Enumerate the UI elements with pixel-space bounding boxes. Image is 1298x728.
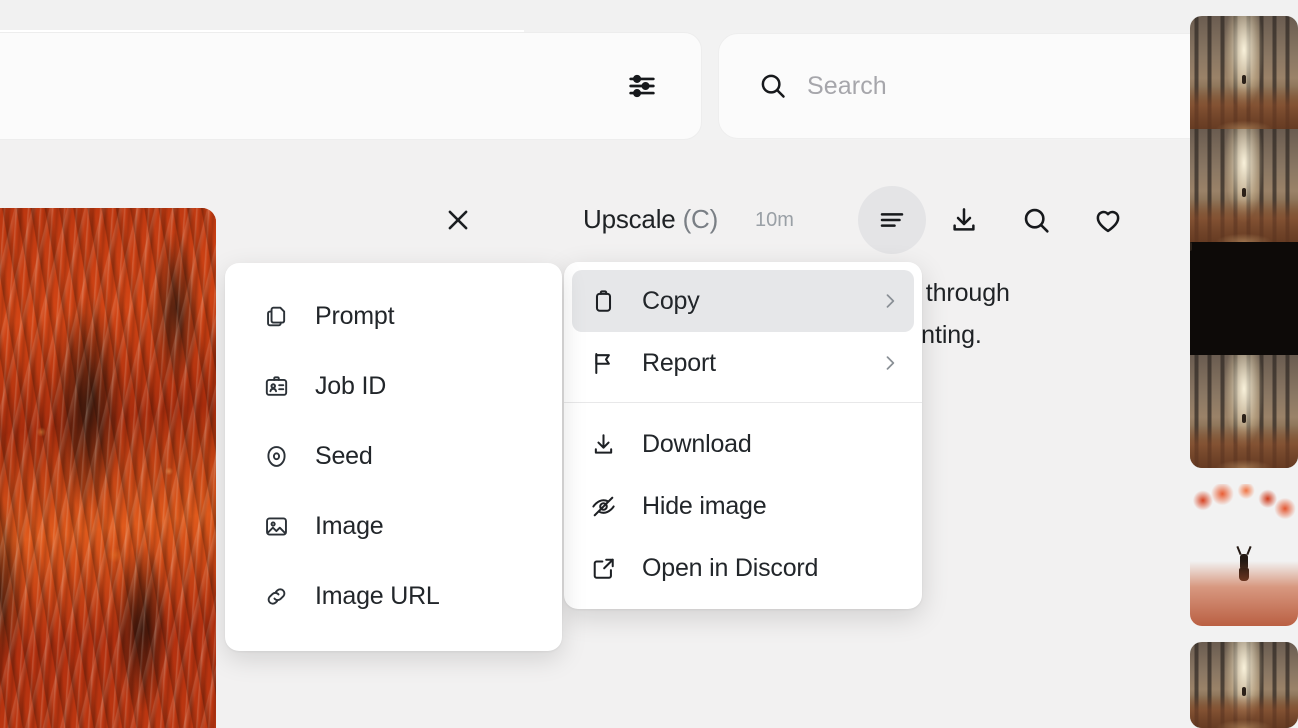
search-icon bbox=[755, 68, 791, 104]
context-menu-label: Open in Discord bbox=[642, 553, 819, 582]
detail-title-suffix: (C) bbox=[682, 204, 719, 234]
app-root: Search Upscale (C) 10m through painting.… bbox=[0, 0, 1298, 728]
copy-submenu-item-job-id[interactable]: Job ID bbox=[233, 351, 554, 421]
context-menu-item-copy[interactable]: Copy bbox=[572, 270, 914, 332]
thumbnail-item[interactable] bbox=[1190, 484, 1298, 626]
copy-submenu-label: Image bbox=[315, 511, 384, 540]
selection-frame bbox=[1190, 242, 1298, 355]
thumbnail-group-lower[interactable] bbox=[1190, 642, 1298, 728]
detail-action-bar bbox=[858, 186, 1148, 254]
copy-submenu-item-image[interactable]: Image bbox=[233, 491, 554, 561]
search-icon[interactable] bbox=[1002, 186, 1070, 254]
detail-timestamp: 10m bbox=[755, 209, 794, 231]
thumbnail-rail bbox=[1165, 0, 1298, 728]
search-placeholder-text: Search bbox=[807, 71, 887, 100]
context-menu-item-download[interactable]: Download bbox=[572, 413, 914, 475]
window-top-strip bbox=[0, 0, 1298, 30]
thumbnail-group-autumn[interactable] bbox=[1190, 484, 1298, 626]
context-menu-item-hide-image[interactable]: Hide image bbox=[572, 475, 914, 537]
download-icon bbox=[588, 429, 618, 459]
download-icon[interactable] bbox=[930, 186, 998, 254]
copy-submenu-label: Image URL bbox=[315, 581, 440, 610]
thumbnail-item[interactable] bbox=[1190, 129, 1298, 242]
copy-submenu-label: Prompt bbox=[315, 301, 395, 330]
link-icon bbox=[261, 581, 291, 611]
flag-icon bbox=[588, 348, 618, 378]
external-link-icon bbox=[588, 553, 618, 583]
thumbnail-item-selected[interactable] bbox=[1190, 242, 1298, 355]
filter-panel bbox=[0, 32, 702, 140]
context-menu: Copy Report Download Hide image Open in … bbox=[564, 262, 922, 609]
clipboard-icon bbox=[588, 286, 618, 316]
detail-title: Upscale (C) bbox=[583, 204, 718, 235]
copy-pages-icon bbox=[261, 301, 291, 331]
thumbnail-image bbox=[1190, 642, 1298, 728]
thumbnail-image bbox=[1190, 484, 1298, 626]
copy-submenu-item-seed[interactable]: Seed bbox=[233, 421, 554, 491]
thumbnail-image bbox=[1190, 355, 1298, 468]
thumbnail-item[interactable] bbox=[1190, 642, 1298, 728]
copy-submenu: Prompt Job ID Seed Image Image URL bbox=[225, 263, 562, 651]
thumbnail-group-variations bbox=[1190, 16, 1298, 468]
heart-icon[interactable] bbox=[1074, 186, 1142, 254]
context-menu-label: Hide image bbox=[642, 491, 767, 520]
thumbnail-item[interactable] bbox=[1190, 355, 1298, 468]
detail-title-text: Upscale bbox=[583, 204, 676, 234]
context-menu-label: Download bbox=[642, 429, 752, 458]
copy-submenu-item-image-url[interactable]: Image URL bbox=[233, 561, 554, 631]
thumbnail-image bbox=[1190, 129, 1298, 242]
search-input[interactable]: Search bbox=[718, 33, 1238, 139]
close-button[interactable] bbox=[436, 198, 480, 242]
copy-submenu-label: Seed bbox=[315, 441, 373, 470]
thumbnail-image bbox=[1190, 16, 1298, 129]
context-menu-item-report[interactable]: Report bbox=[572, 332, 914, 394]
seed-icon bbox=[261, 441, 291, 471]
chevron-right-icon bbox=[880, 291, 900, 311]
moose-rider-figure bbox=[1235, 546, 1253, 582]
image-icon bbox=[261, 511, 291, 541]
image-highlights bbox=[0, 208, 216, 728]
eye-off-icon bbox=[588, 491, 618, 521]
context-menu-label: Report bbox=[642, 348, 716, 377]
copy-submenu-label: Job ID bbox=[315, 371, 387, 400]
context-menu-divider bbox=[564, 402, 922, 403]
chevron-right-icon bbox=[880, 353, 900, 373]
id-card-icon bbox=[261, 371, 291, 401]
context-menu-label: Copy bbox=[642, 286, 700, 315]
sliders-filter-icon[interactable] bbox=[618, 60, 666, 112]
thumbnail-item[interactable] bbox=[1190, 16, 1298, 129]
menu-icon[interactable] bbox=[858, 186, 926, 254]
copy-submenu-item-prompt[interactable]: Prompt bbox=[233, 281, 554, 351]
main-image-preview[interactable] bbox=[0, 208, 216, 728]
context-menu-item-open-in-discord[interactable]: Open in Discord bbox=[572, 537, 914, 599]
